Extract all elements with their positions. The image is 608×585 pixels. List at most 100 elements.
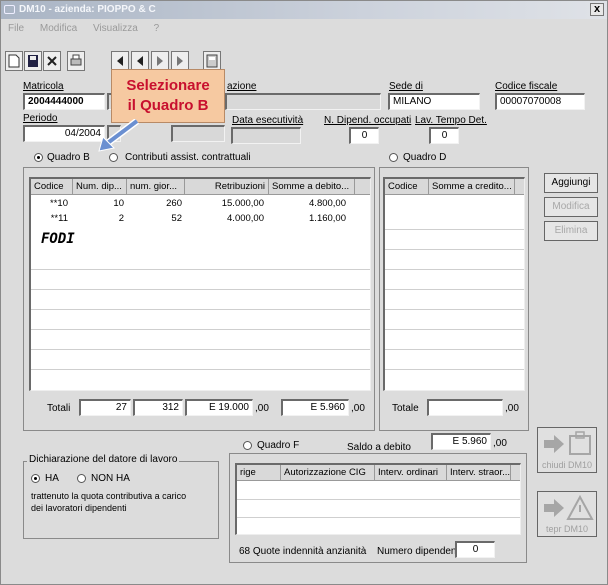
non-ha-radio[interactable] (77, 474, 86, 483)
row-2-retribuzioni: 4.000,00 (227, 213, 264, 224)
ha-label: HA (45, 473, 59, 484)
col-num-gior[interactable]: num. gior... (127, 179, 185, 195)
new-button[interactable] (5, 51, 23, 71)
saldo-debito-label: Saldo a debito (347, 442, 411, 453)
row-2-num-gior: 52 (171, 213, 182, 224)
row-1-num-dip: 10 (113, 198, 124, 209)
instruction-callout: Selezionare il Quadro B (111, 69, 225, 123)
nav-first-button[interactable] (111, 51, 129, 71)
totali-num-gior-field[interactable]: 312 (133, 399, 183, 416)
matricola-field[interactable]: 2004444000 (23, 93, 105, 110)
nav-next-icon (157, 56, 163, 66)
col-f-autorizzazione[interactable]: Autorizzazione CIG (281, 465, 375, 481)
ragione-sociale-field[interactable] (225, 93, 381, 110)
callout-line-1: Selezionare (126, 77, 210, 94)
app-icon (4, 5, 15, 14)
chiudi-dm10-button[interactable]: chiudi DM10 (537, 427, 597, 473)
lav-tempo-det-field[interactable]: 0 (429, 127, 459, 144)
print-button[interactable] (67, 51, 85, 71)
col-somme-debito[interactable]: Somme a debito... (269, 179, 355, 195)
col-d-somme-credito[interactable]: Somme a credito... (429, 179, 515, 195)
totali-somme-debito-suffix: ,00 (351, 403, 365, 414)
row-1-num-gior: 260 (166, 198, 182, 209)
col-codice[interactable]: Codice (31, 179, 73, 195)
x-icon (47, 56, 57, 66)
dichiarazione-text-2: dei lavoratori dipendenti (31, 503, 127, 513)
stampa-dm10-caption: tepr DM10 (545, 524, 589, 534)
col-num-dip[interactable]: Num. dip... (73, 179, 127, 195)
ha-radio[interactable] (31, 474, 40, 483)
col-f-interv-straor[interactable]: Interv. straor... (447, 465, 511, 481)
menu-visualizza[interactable]: Visualizza (93, 23, 138, 34)
periodo-field[interactable]: 04/2004 (23, 125, 105, 142)
col-f-interv-ordinari[interactable]: Interv. ordinari (375, 465, 447, 481)
totali-somme-debito-field[interactable]: E 5.960 (281, 399, 349, 416)
modifica-button[interactable]: Modifica (544, 197, 598, 217)
dipendenti-occupati-field[interactable]: 0 (349, 127, 379, 144)
quadro-f-radio[interactable] (243, 441, 252, 450)
quadro-b-table-header: Codice Num. dip... num. gior... Retribuz… (31, 179, 370, 195)
totali-label: Totali (47, 403, 71, 414)
nav-last-button[interactable] (171, 51, 189, 71)
quadro-f-table[interactable]: rige Autorizzazione CIG Interv. ordinari… (235, 463, 521, 535)
calculator-button[interactable] (203, 51, 221, 71)
fodi-annotation: FODI (41, 231, 75, 247)
window-title: DM10 - azienda: PIOPPO & C (19, 4, 156, 15)
elimina-button[interactable]: Elimina (544, 221, 598, 241)
printer-icon (70, 54, 82, 66)
row-2-codice: **11 (50, 213, 68, 224)
nav-last-icon (177, 56, 183, 66)
sede-label: Sede di (389, 81, 423, 92)
periodo-extra-field[interactable] (171, 125, 225, 142)
quadro-d-radio[interactable] (389, 153, 398, 162)
col-f-rige[interactable]: rige (237, 465, 281, 481)
totali-retribuzioni-field[interactable]: E 19.000 (185, 399, 253, 416)
numero-dipendenti-field[interactable]: 0 (455, 541, 495, 558)
sede-field[interactable]: MILANO (388, 93, 480, 110)
quadro-d-table[interactable]: Codice Somme a credito... (383, 177, 525, 391)
quadro-b-label: Quadro B (47, 152, 90, 163)
warning-dm10-icon (544, 494, 594, 520)
row-1-codice: **10 (50, 198, 68, 209)
periodo-label: Periodo (23, 113, 58, 124)
close-button[interactable]: x (590, 3, 604, 16)
chiudi-dm10-caption: chiudi DM10 (541, 460, 593, 470)
menu-modifica[interactable]: Modifica (40, 23, 77, 34)
menu-bar: File Modifica Visualizza ? (1, 21, 607, 36)
nav-prev-icon (137, 56, 143, 66)
menu-file[interactable]: File (8, 23, 24, 34)
col-d-codice[interactable]: Codice (385, 179, 429, 195)
callout-arrow-icon (98, 119, 140, 152)
close-dm10-icon (544, 431, 591, 455)
quadro-b-radio[interactable] (34, 153, 43, 162)
totale-d-field[interactable] (427, 399, 503, 416)
menu-help[interactable]: ? (154, 23, 160, 34)
title-bar: DM10 - azienda: PIOPPO & C x (1, 1, 607, 19)
quadro-d-table-header: Codice Somme a credito... (385, 179, 524, 195)
saldo-debito-field[interactable]: E 5.960 (431, 433, 491, 450)
totali-num-dip-field[interactable]: 27 (79, 399, 131, 416)
floppy-disk-icon (28, 55, 38, 67)
stampa-dm10-button[interactable]: tepr DM10 (537, 491, 597, 537)
col-retribuzioni[interactable]: Retribuzioni (185, 179, 269, 195)
aggiungi-button[interactable]: Aggiungi (544, 173, 598, 193)
data-esecutivita-field[interactable] (231, 127, 301, 144)
row-2-somme-debito: 1.160,00 (309, 213, 346, 224)
codice-fiscale-field[interactable]: 00007070008 (495, 93, 585, 110)
dm10-window: DM10 - azienda: PIOPPO & C x File Modifi… (0, 0, 608, 585)
save-button[interactable] (24, 51, 42, 71)
nav-prev-button[interactable] (131, 51, 149, 71)
data-esecutivita-label: Data esecutività (232, 115, 304, 126)
totali-retribuzioni-suffix: ,00 (255, 403, 269, 414)
row-2-num-dip: 2 (118, 213, 124, 224)
dichiarazione-title: Dichiarazione del datore di lavoro (27, 454, 180, 465)
non-ha-label: NON HA (91, 473, 130, 484)
quadro-f-label: Quadro F (257, 440, 300, 451)
quadro-f-table-header: rige Autorizzazione CIG Interv. ordinari… (237, 465, 520, 481)
codice-fiscale-label: Codice fiscale (495, 81, 558, 92)
lav-tempo-det-label: Lav. Tempo Det. (415, 115, 487, 126)
quadro-b-table[interactable]: Codice Num. dip... num. gior... Retribuz… (29, 177, 371, 391)
quadro-d-label: Quadro D (403, 152, 447, 163)
nav-next-button[interactable] (151, 51, 169, 71)
delete-button[interactable] (43, 51, 61, 71)
